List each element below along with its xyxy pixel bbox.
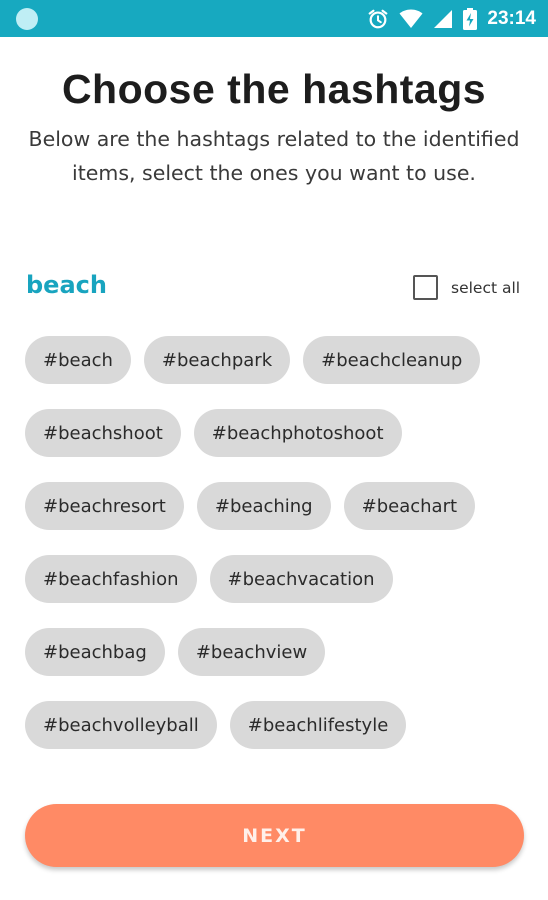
select-all-label: select all (451, 278, 521, 297)
app-notification-icon (16, 7, 38, 30)
hashtag-chip[interactable]: #beach (25, 336, 131, 384)
signal-icon (433, 9, 453, 29)
hashtag-chip[interactable]: #beachbag (25, 628, 165, 676)
status-bar-right: 23:14 (367, 7, 536, 30)
hashtag-chip[interactable]: #beaching (196, 482, 331, 530)
next-button[interactable]: NEXT (25, 804, 524, 867)
hashtag-chip[interactable]: #beachvacation (209, 555, 393, 603)
hashtag-chip[interactable]: #beachview (177, 628, 326, 676)
select-all-toggle[interactable]: select all (413, 275, 520, 300)
hashtag-chip[interactable]: #beachfashion (25, 555, 197, 603)
battery-charging-icon (463, 7, 478, 30)
hashtag-chip[interactable]: #beachart (343, 482, 476, 530)
hashtag-chip[interactable]: #beachpark (143, 336, 291, 384)
page-subtitle: Below are the hashtags related to the id… (28, 127, 520, 185)
status-bar-left (16, 7, 38, 30)
alarm-icon (367, 8, 389, 30)
status-time: 23:14 (487, 7, 536, 29)
status-bar: 23:14 (0, 0, 548, 37)
hashtag-chip[interactable]: #beachphotoshoot (193, 409, 402, 457)
hashtag-chip[interactable]: #beachresort (25, 482, 184, 530)
hashtag-chip[interactable]: #beachcleanup (303, 336, 481, 384)
wifi-icon (399, 9, 423, 29)
hashtag-list: #beach #beachpark #beachcleanup #beachsh… (25, 336, 525, 749)
hashtag-chip[interactable]: #beachshoot (25, 409, 181, 457)
section-title: beach (26, 271, 107, 299)
select-all-checkbox[interactable] (413, 275, 438, 300)
hashtag-chip[interactable]: #beachvolleyball (25, 701, 217, 749)
page-title: Choose the hashtags (61, 66, 487, 112)
hashtag-chip[interactable]: #beachlifestyle (229, 701, 407, 749)
